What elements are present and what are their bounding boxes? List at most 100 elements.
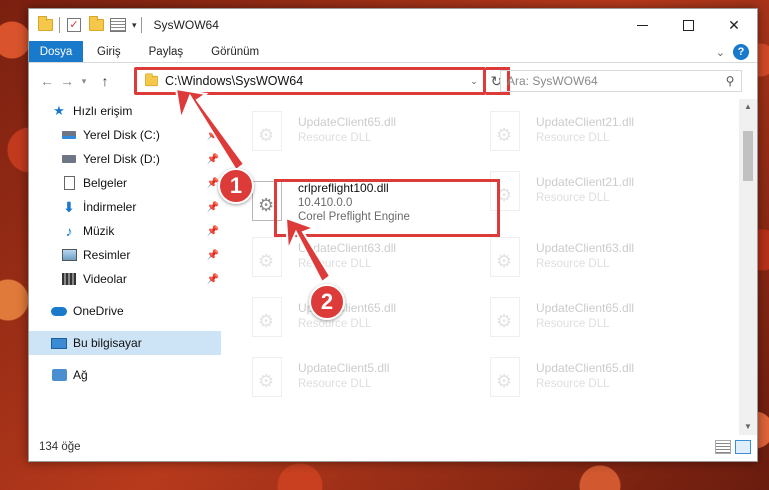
search-placeholder: Ara: SysWOW64 — [507, 74, 598, 88]
list-item[interactable]: ⚙ UpdateClient21.dll Resource DLL — [486, 111, 711, 161]
list-item[interactable]: ⚙ UpdateClient21.dll Resource DLL — [486, 171, 711, 221]
list-item[interactable]: ⚙ UpdateClient63.dll Resource DLL — [486, 237, 711, 287]
dll-file-icon: ⚙ — [486, 111, 526, 157]
sidebar-item-network[interactable]: Ağ — [29, 363, 221, 387]
help-icon[interactable]: ? — [733, 44, 749, 60]
pictures-icon — [61, 248, 77, 262]
tab-home[interactable]: Giriş — [83, 41, 135, 62]
sidebar-item-label: Ağ — [73, 368, 88, 382]
details-view-icon[interactable] — [715, 440, 731, 454]
sidebar-item-label: Belgeler — [83, 176, 128, 190]
divider — [140, 17, 142, 33]
status-bar: 134 öğe — [29, 433, 757, 461]
sidebar-item-videos[interactable]: Videolar 📌 — [29, 267, 221, 291]
pin-icon: 📌 — [206, 249, 219, 261]
file-name: UpdateClient63.dll — [536, 241, 635, 255]
pin-icon: 📌 — [206, 129, 219, 141]
quick-access-dropdown-icon[interactable]: ▾ — [132, 20, 137, 31]
file-description: Resource DLL — [536, 378, 610, 390]
sidebar-item-downloads[interactable]: ⬇ İndirmeler 📌 — [29, 195, 221, 219]
sidebar-item-label: Yerel Disk (C:) — [83, 128, 160, 142]
file-description: Resource DLL — [536, 192, 610, 204]
dll-file-icon: ⚙ — [248, 111, 288, 157]
file-name: UpdateClient65.dll — [536, 301, 635, 315]
sidebar-item-local-disk-d[interactable]: Yerel Disk (D:) 📌 — [29, 147, 221, 171]
file-name: UpdateClient5.dll — [298, 361, 390, 375]
documents-icon — [61, 176, 77, 190]
list-item[interactable]: ⚙ UpdateClient65.dll Resource DLL — [248, 297, 473, 347]
window-title: SysWOW64 — [153, 18, 219, 32]
expand-ribbon-icon[interactable]: ⌄ — [716, 46, 725, 59]
sidebar-item-local-disk-c[interactable]: Yerel Disk (C:) 📌 — [29, 123, 221, 147]
vertical-scrollbar[interactable]: ▲ ▼ — [739, 99, 757, 435]
file-list: ⚙ UpdateClient65.dll Resource DLL ⚙ crlpr… — [221, 99, 739, 435]
file-highlight-annotation — [274, 179, 500, 237]
sidebar-item-label: Yerel Disk (D:) — [83, 152, 160, 166]
view-toggles — [715, 440, 751, 454]
recent-locations-icon[interactable]: ▾ — [77, 76, 91, 87]
dll-file-icon: ⚙ — [248, 237, 288, 283]
scroll-up-icon[interactable]: ▲ — [739, 99, 757, 115]
tab-file[interactable]: Dosya — [29, 41, 83, 62]
search-icon[interactable]: ⚲ — [719, 74, 741, 88]
drive-d-icon — [61, 152, 77, 166]
address-dropdown-icon[interactable]: ⌄ — [465, 76, 483, 87]
list-item[interactable]: ⚙ UpdateClient5.dll Resource DLL — [248, 357, 473, 407]
sidebar-item-label: Müzik — [83, 224, 115, 238]
title-bar: ✓ ▾ SysWOW64 ✕ — [29, 9, 757, 41]
list-item[interactable]: ⚙ UpdateClient65.dll Resource DLL — [486, 357, 711, 407]
folder-icon — [37, 16, 53, 33]
forward-arrow-icon[interactable]: → — [57, 73, 77, 89]
divider — [59, 17, 60, 33]
properties-check-icon[interactable]: ✓ — [66, 17, 82, 33]
scroll-thumb[interactable] — [743, 131, 753, 181]
sidebar-item-label: Resimler — [83, 248, 131, 262]
quick-access-properties-icon[interactable] — [110, 17, 126, 33]
search-input[interactable]: Ara: SysWOW64 ⚲ — [500, 70, 742, 92]
address-bar[interactable]: C:\Windows\SysWOW64 ⌄ — [134, 67, 486, 95]
callout-step-2: 2 — [309, 284, 345, 320]
list-item[interactable]: ⚙ UpdateClient65.dll Resource DLL — [248, 111, 473, 161]
sidebar-item-label: Bu bilgisayar — [73, 336, 142, 350]
file-name: UpdateClient21.dll — [536, 115, 635, 129]
file-name: UpdateClient21.dll — [536, 175, 635, 189]
sidebar-item-label: İndirmeler — [83, 200, 137, 214]
file-description: Resource DLL — [298, 258, 372, 270]
tab-view[interactable]: Görünüm — [197, 41, 273, 62]
back-arrow-icon[interactable]: ← — [37, 73, 57, 89]
tab-share[interactable]: Paylaş — [135, 41, 198, 62]
minimize-button[interactable] — [619, 9, 665, 41]
dll-file-icon: ⚙ — [486, 357, 526, 403]
music-icon: ♪ — [65, 223, 73, 239]
list-item[interactable]: ⚙ UpdateClient63.dll Resource DLL — [248, 237, 473, 287]
sidebar-item-music[interactable]: ♪ Müzik 📌 — [29, 219, 221, 243]
window-controls: ✕ — [619, 9, 757, 41]
sidebar-item-documents[interactable]: Belgeler 📌 — [29, 171, 221, 195]
address-folder-icon — [145, 73, 158, 87]
pin-icon: 📌 — [206, 273, 219, 285]
sidebar-item-label: Hızlı erişim — [73, 104, 133, 118]
file-description: Resource DLL — [298, 132, 372, 144]
dll-file-icon: ⚙ — [486, 297, 526, 343]
file-name: UpdateClient65.dll — [298, 115, 397, 129]
sidebar-item-pictures[interactable]: Resimler 📌 — [29, 243, 221, 267]
up-arrow-icon[interactable]: ↑ — [95, 73, 115, 89]
address-path[interactable]: C:\Windows\SysWOW64 — [165, 74, 465, 88]
pin-icon: 📌 — [206, 201, 219, 213]
sidebar-item-this-pc[interactable]: Bu bilgisayar — [29, 331, 221, 355]
maximize-button[interactable] — [665, 9, 711, 41]
large-icons-view-icon[interactable] — [735, 440, 751, 454]
file-description: Resource DLL — [536, 318, 610, 330]
dll-file-icon: ⚙ — [248, 357, 288, 403]
close-button[interactable]: ✕ — [711, 9, 757, 41]
sidebar-item-onedrive[interactable]: OneDrive — [29, 299, 221, 323]
navigation-bar: ← → ▾ ↑ C:\Windows\SysWOW64 ⌄ ↻ Ara: Sys… — [29, 63, 757, 99]
list-item[interactable]: ⚙ UpdateClient65.dll Resource DLL — [486, 297, 711, 347]
file-description: Resource DLL — [536, 258, 610, 270]
sidebar-item-quick-access[interactable]: ★ Hızlı erişim — [29, 99, 221, 123]
file-description: Resource DLL — [298, 318, 372, 330]
ribbon-right-controls: ⌄ ? — [716, 44, 749, 60]
dll-file-icon: ⚙ — [486, 237, 526, 283]
new-folder-icon[interactable] — [88, 16, 104, 33]
videos-icon — [61, 272, 77, 286]
